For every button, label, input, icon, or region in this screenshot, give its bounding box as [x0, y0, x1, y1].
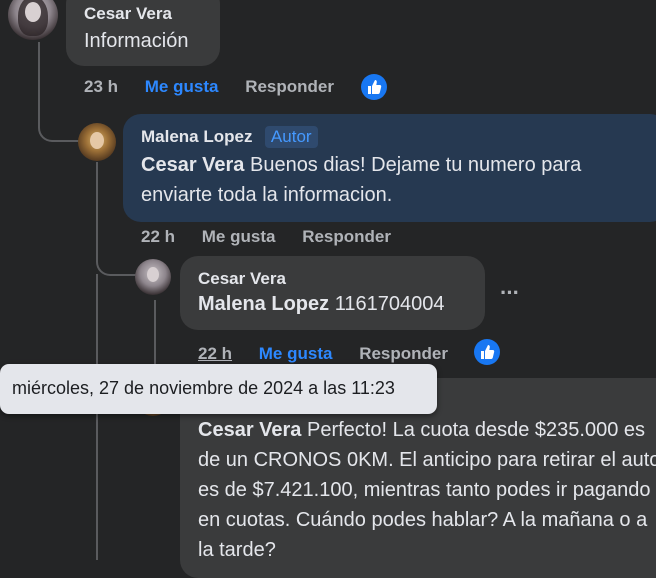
like-reaction-icon[interactable]: [474, 339, 500, 365]
reply-button[interactable]: Responder: [302, 227, 391, 246]
tooltip-text: miércoles, 27 de noviembre de 2024 a las…: [12, 378, 395, 398]
thread-line-reply-2: [154, 300, 158, 370]
like-button[interactable]: Me gusta: [259, 344, 333, 363]
comment-actions: 23 h Me gusta Responder: [84, 77, 334, 97]
mention-link[interactable]: Cesar Vera: [198, 419, 301, 441]
mention-link[interactable]: Malena Lopez: [198, 293, 329, 315]
more-options-button[interactable]: ···: [500, 280, 520, 306]
comment-author[interactable]: Cesar Vera: [84, 4, 202, 24]
comment-text: Malena Lopez 1161704004: [198, 289, 467, 319]
author-badge: Autor: [264, 126, 318, 148]
like-button[interactable]: Me gusta: [202, 227, 276, 246]
comment-bubble: Cesar Vera Información: [66, 0, 220, 66]
avatar[interactable]: [135, 259, 171, 295]
like-reaction-icon[interactable]: [361, 74, 387, 100]
avatar-face-shape: [147, 267, 159, 282]
comment-author[interactable]: Cesar Vera: [198, 269, 467, 289]
comment-actions: 22 h Me gusta Responder: [141, 227, 391, 247]
mention-link[interactable]: Cesar Vera: [141, 154, 244, 176]
comment-bubble: Cesar Vera Malena Lopez 1161704004: [180, 256, 485, 330]
author-comment-bubble: Malena Lopez Autor Cesar Vera Buenos dia…: [123, 114, 656, 222]
comment-header: Malena Lopez Autor: [141, 126, 650, 148]
timestamp-tooltip: miércoles, 27 de noviembre de 2024 a las…: [0, 364, 437, 414]
comment-timestamp[interactable]: 22 h: [198, 344, 232, 363]
reply-button[interactable]: Responder: [245, 77, 334, 96]
comment-timestamp[interactable]: 22 h: [141, 227, 175, 246]
comment-body: 1161704004: [329, 293, 445, 315]
comment-timestamp[interactable]: 23 h: [84, 77, 118, 96]
comment-actions: 22 h Me gusta Responder: [198, 344, 448, 364]
thread-line-continue: [96, 274, 100, 560]
avatar-face-shape: [90, 132, 104, 149]
avatar[interactable]: [78, 123, 116, 161]
avatar[interactable]: [8, 0, 58, 40]
comment-text: Cesar Vera Perfecto! La cuota desde $235…: [198, 415, 656, 565]
comment-text: Cesar Vera Buenos dias! Dejame tu numero…: [141, 150, 641, 210]
like-button[interactable]: Me gusta: [145, 77, 219, 96]
reply-button[interactable]: Responder: [359, 344, 448, 363]
comment-author[interactable]: Malena Lopez: [141, 127, 252, 146]
comment-text: Información: [84, 30, 189, 52]
avatar-face-shape: [25, 2, 41, 22]
